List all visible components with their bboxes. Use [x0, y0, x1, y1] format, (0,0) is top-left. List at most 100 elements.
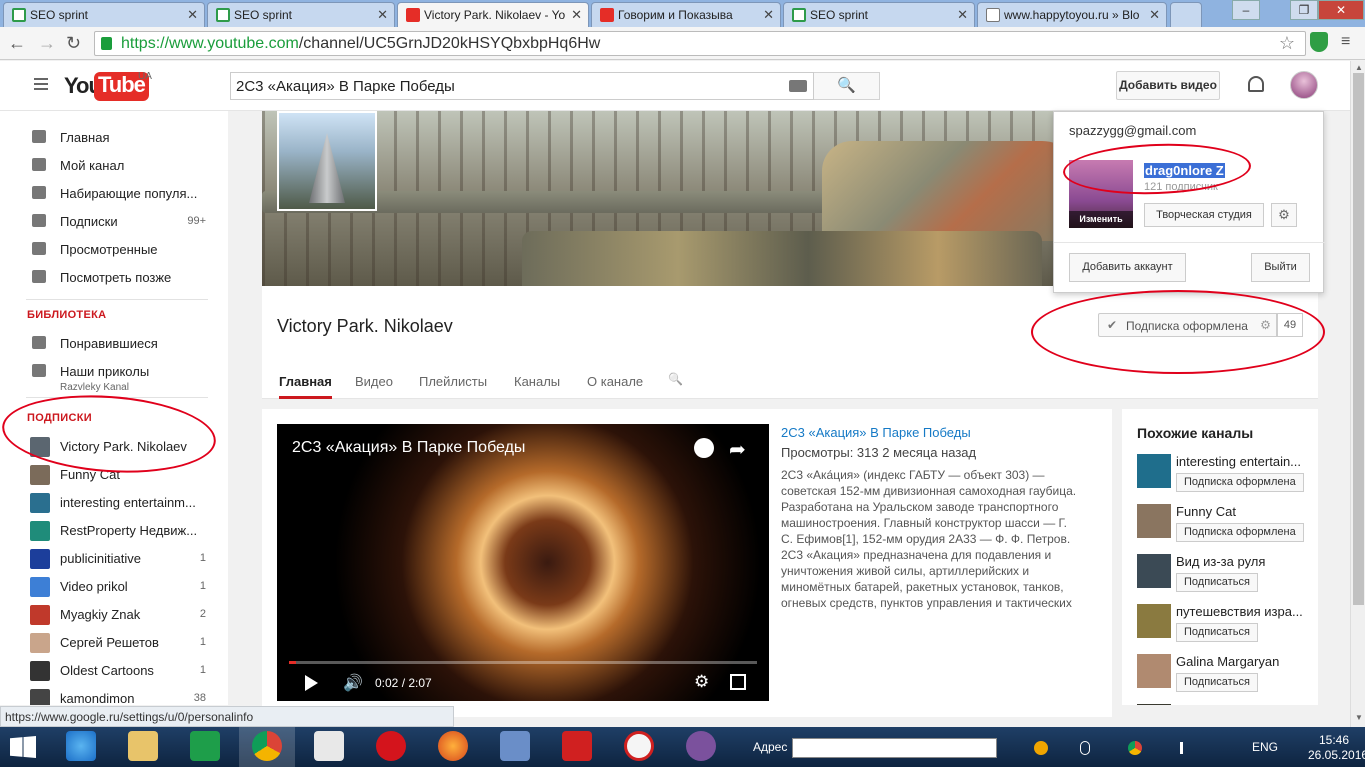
close-icon[interactable]: ✕: [377, 7, 388, 23]
related-channel-name[interactable]: Galina Margaryan: [1176, 654, 1308, 669]
search-input[interactable]: 2С3 «Акация» В Парке Победы: [230, 72, 814, 100]
adblock-shield-icon[interactable]: [1310, 32, 1328, 52]
sign-out-button[interactable]: Выйти: [1251, 253, 1310, 282]
browser-menu-icon[interactable]: ≡: [1341, 33, 1350, 51]
new-tab-button[interactable]: [1170, 2, 1202, 27]
change-avatar-button[interactable]: Изменить: [1069, 211, 1133, 228]
close-icon[interactable]: ✕: [957, 7, 968, 23]
sidebar-item[interactable]: Наши приколы Razvleky Kanal: [26, 358, 206, 393]
firefox-icon[interactable]: [438, 731, 468, 761]
url-input[interactable]: https://www.youtube.com/channel/UC5GrnJD…: [94, 31, 1306, 56]
yandex-browser-icon[interactable]: [624, 731, 654, 761]
scroll-down-icon[interactable]: ▼: [1355, 713, 1363, 722]
browser-tab[interactable]: www.happytoyou.ru » Blo ✕: [977, 2, 1167, 27]
subscription-item[interactable]: Video prikol 1: [26, 573, 206, 601]
audio-icon[interactable]: [500, 731, 530, 761]
related-channel-thumbnail[interactable]: [1137, 504, 1171, 538]
account-avatar[interactable]: [1290, 71, 1318, 99]
chrome-icon[interactable]: [252, 731, 282, 761]
settings-gear-icon[interactable]: ⚙: [694, 672, 709, 692]
windows-start-icon[interactable]: [10, 736, 36, 758]
tab-channels[interactable]: Каналы: [514, 374, 560, 389]
bluetooth-icon[interactable]: [1080, 741, 1090, 755]
subscribe-button[interactable]: Подписаться: [1176, 673, 1258, 692]
close-icon[interactable]: ✕: [763, 7, 774, 23]
notifications-bell-icon[interactable]: [1248, 76, 1264, 92]
subscription-item[interactable]: Oldest Cartoons 1: [26, 657, 206, 685]
play-icon[interactable]: [305, 675, 318, 691]
language-indicator[interactable]: ENG: [1252, 740, 1278, 754]
subscription-item[interactable]: Сергей Решетов 1: [26, 629, 206, 657]
related-channel-thumbnail[interactable]: [1137, 454, 1171, 488]
search-button[interactable]: 🔍: [814, 72, 880, 100]
keyboard-icon[interactable]: [789, 80, 807, 92]
chrome-tray-icon[interactable]: [1128, 741, 1142, 755]
add-account-button[interactable]: Добавить аккаунт: [1069, 253, 1186, 282]
related-channel-thumbnail[interactable]: [1137, 604, 1171, 638]
internet-explorer-icon[interactable]: [66, 731, 96, 761]
related-channel-name[interactable]: interesting entertain...: [1176, 454, 1308, 469]
subscription-item[interactable]: Myagkiy Znak 2: [26, 601, 206, 629]
related-channel-name[interactable]: Funny Cat: [1176, 504, 1308, 519]
maximize-button[interactable]: ❐: [1290, 0, 1318, 20]
close-icon[interactable]: ✕: [571, 7, 582, 23]
related-channel-name[interactable]: Вид из-за руля: [1176, 554, 1308, 569]
tab-playlists[interactable]: Плейлисты: [419, 374, 487, 389]
guide-menu-icon[interactable]: [34, 78, 48, 80]
sidebar-item[interactable]: Мой канал: [26, 152, 206, 180]
forward-button[interactable]: →: [38, 33, 56, 54]
volume-icon[interactable]: 🔊: [343, 673, 363, 693]
sidebar-item[interactable]: Посмотреть позже: [26, 264, 206, 292]
browser-tab[interactable]: Говорим и Показыва ✕: [591, 2, 781, 27]
scrollbar-thumb[interactable]: [1353, 73, 1364, 605]
creator-studio-button[interactable]: Творческая студия: [1144, 203, 1264, 227]
viber-icon[interactable]: [686, 731, 716, 761]
close-window-button[interactable]: ✕: [1318, 0, 1364, 20]
related-channel-name[interactable]: Shurik Purik: [1176, 704, 1308, 705]
subscription-item[interactable]: Victory Park. Nikolaev: [26, 433, 206, 461]
subscribe-button[interactable]: Подписка оформлена: [1176, 523, 1304, 542]
apps-grid-icon[interactable]: [314, 731, 344, 761]
fullscreen-icon[interactable]: [730, 674, 746, 690]
close-icon[interactable]: ✕: [1149, 7, 1160, 23]
scroll-up-icon[interactable]: ▲: [1355, 63, 1363, 72]
file-explorer-icon[interactable]: [128, 731, 158, 761]
reload-button[interactable]: ↻: [66, 33, 81, 54]
browser-tab-active[interactable]: Victory Park. Nikolaev - Yo ✕: [397, 2, 589, 27]
subscription-item[interactable]: kamondimon 38: [26, 685, 206, 705]
related-channel-thumbnail[interactable]: [1137, 704, 1171, 705]
sidebar-item[interactable]: Понравившиеся: [26, 330, 206, 358]
page-scrollbar[interactable]: ▲ ▼: [1350, 61, 1365, 727]
windows-store-icon[interactable]: [190, 731, 220, 761]
minimize-button[interactable]: –: [1232, 0, 1260, 20]
browser-tab[interactable]: SEO sprint ✕: [783, 2, 975, 27]
watch-later-icon[interactable]: [694, 438, 714, 458]
sidebar-item[interactable]: Просмотренные: [26, 236, 206, 264]
yandex-icon[interactable]: [562, 731, 592, 761]
subscription-item[interactable]: Funny Cat: [26, 461, 206, 489]
channel-search-icon[interactable]: 🔍: [668, 372, 683, 386]
tab-videos[interactable]: Видео: [355, 374, 393, 389]
subscribe-button[interactable]: Подписаться: [1176, 623, 1258, 642]
channel-avatar[interactable]: [277, 111, 377, 211]
back-button[interactable]: ←: [8, 33, 26, 54]
tray-app-icon[interactable]: [1034, 741, 1048, 755]
tab-home[interactable]: Главная: [279, 374, 332, 399]
subscribe-button[interactable]: Подписка оформлена: [1176, 473, 1304, 492]
video-title-link[interactable]: 2С3 «Акация» В Парке Победы: [781, 425, 971, 440]
subscribed-button[interactable]: ✔ Подписка оформлена ⚙ 49: [1098, 313, 1303, 337]
account-settings-gear-icon[interactable]: ⚙: [1271, 203, 1297, 227]
subscription-settings-gear-icon[interactable]: ⚙: [1255, 313, 1277, 337]
upload-button[interactable]: Добавить видео: [1116, 71, 1220, 100]
related-channel-name[interactable]: путешевствия изра...: [1176, 604, 1308, 619]
close-icon[interactable]: ✕: [187, 7, 198, 23]
browser-tab[interactable]: SEO sprint ✕: [3, 2, 205, 27]
channel-title[interactable]: Victory Park. Nikolaev: [277, 316, 453, 337]
video-player[interactable]: 2С3 «Акация» В Парке Победы ➦ 🔊 0:02 / 2…: [277, 424, 769, 701]
sidebar-item[interactable]: Набирающие популя...: [26, 180, 206, 208]
player-title[interactable]: 2С3 «Акация» В Парке Победы: [292, 439, 525, 457]
browser-tab[interactable]: SEO sprint ✕: [207, 2, 395, 27]
sidebar-item[interactable]: Подписки 99+: [26, 208, 206, 236]
share-icon[interactable]: ➦: [729, 437, 746, 462]
address-toolbar-input[interactable]: [792, 738, 997, 758]
